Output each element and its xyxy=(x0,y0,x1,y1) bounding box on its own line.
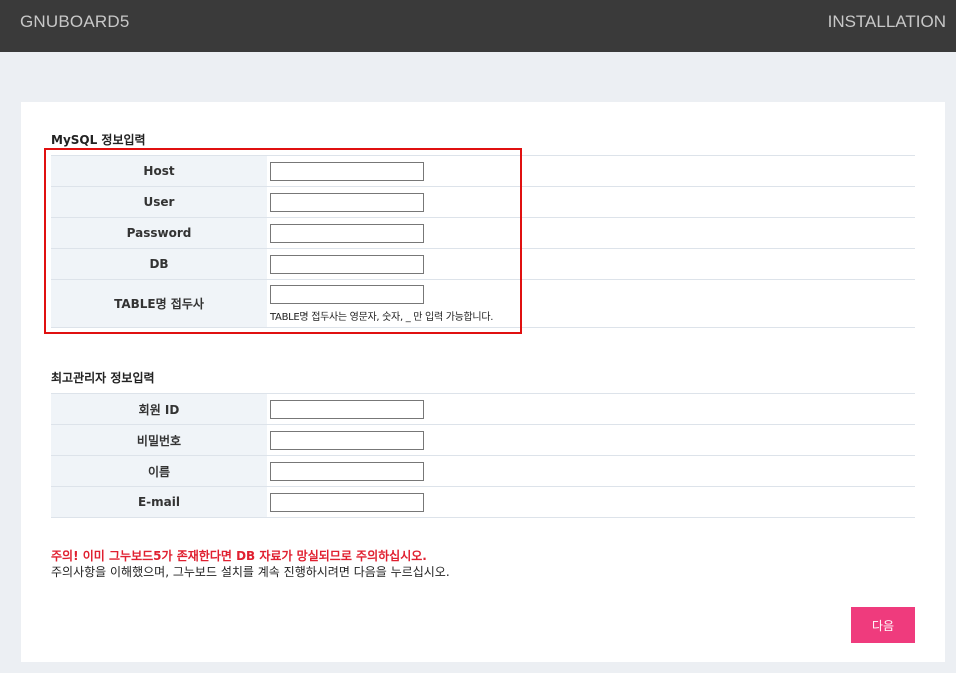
mysql-prefix-row: TABLE명 접두사 TABLE명 접두사는 영문자, 숫자, _ 만 입력 가… xyxy=(51,280,915,328)
mysql-form-table: Host User Password DB TABLE명 접두사 TABLE명 … xyxy=(51,155,915,328)
db-input[interactable] xyxy=(270,254,424,274)
admin-email-input[interactable] xyxy=(270,492,424,512)
admin-id-row: 회원 ID xyxy=(51,394,915,425)
mysql-db-row: DB xyxy=(51,249,915,280)
admin-name-row: 이름 xyxy=(51,456,915,487)
table-prefix-help: TABLE명 접두사는 영문자, 숫자, _ 만 입력 가능합니다. xyxy=(270,311,494,323)
admin-email-label: E-mail xyxy=(51,487,267,517)
mysql-password-row: Password xyxy=(51,218,915,249)
admin-password-row: 비밀번호 xyxy=(51,425,915,456)
warning-message: 주의! 이미 그누보드5가 존재한다면 DB 자료가 망실되므로 주의하십시오. xyxy=(51,549,427,563)
admin-name-input[interactable] xyxy=(270,461,424,481)
user-label: User xyxy=(51,187,267,217)
admin-id-input[interactable] xyxy=(270,399,424,419)
admin-email-row: E-mail xyxy=(51,487,915,518)
mysql-user-row: User xyxy=(51,187,915,218)
mysql-host-row: Host xyxy=(51,156,915,187)
admin-password-input[interactable] xyxy=(270,430,424,450)
table-prefix-label: TABLE명 접두사 xyxy=(51,280,267,327)
password-input[interactable] xyxy=(270,223,424,243)
next-button[interactable]: 다음 xyxy=(851,607,915,643)
install-panel: MySQL 정보입력 Host User Password DB TABLE명 … xyxy=(21,102,945,662)
user-input[interactable] xyxy=(270,192,424,212)
admin-form-table: 회원 ID 비밀번호 이름 E-mail xyxy=(51,393,915,518)
password-label: Password xyxy=(51,218,267,248)
notice-message: 주의사항을 이해했으며, 그누보드 설치를 계속 진행하시려면 다음을 누르십시… xyxy=(51,565,450,579)
db-label: DB xyxy=(51,249,267,279)
top-bar: GNUBOARD5 INSTALLATION xyxy=(0,0,956,52)
table-prefix-input[interactable] xyxy=(270,284,424,304)
brand-logo: GNUBOARD5 xyxy=(20,12,130,31)
admin-name-label: 이름 xyxy=(51,456,267,486)
admin-section-title: 최고관리자 정보입력 xyxy=(51,371,155,385)
installation-label: INSTALLATION xyxy=(827,12,946,31)
admin-id-label: 회원 ID xyxy=(51,394,267,424)
admin-password-label: 비밀번호 xyxy=(51,425,267,455)
mysql-section-title: MySQL 정보입력 xyxy=(51,133,146,147)
host-label: Host xyxy=(51,156,267,186)
host-input[interactable] xyxy=(270,161,424,181)
